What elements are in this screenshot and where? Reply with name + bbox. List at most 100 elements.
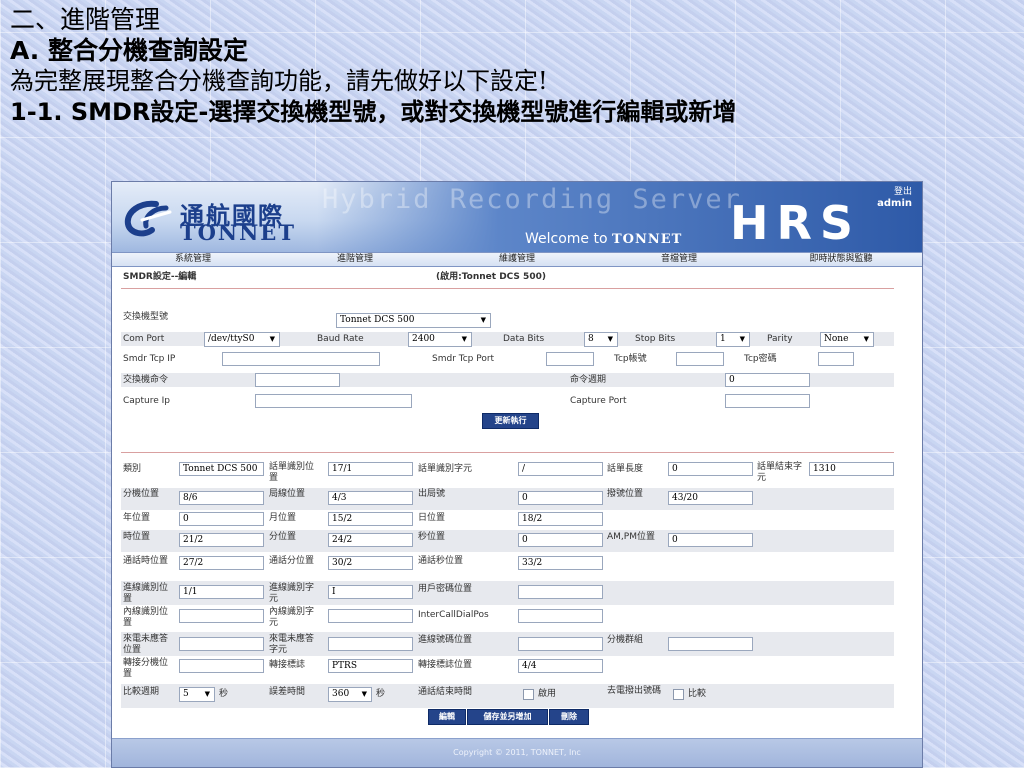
- year-pos-input[interactable]: 0: [179, 512, 264, 526]
- baud-rate-select[interactable]: 2400 ▼: [408, 332, 472, 347]
- app-window: 通航國際 TONNET Hybrid Recording Server Welc…: [111, 181, 923, 768]
- app-footer: Copyright © 2011, TONNET, Inc: [112, 738, 922, 767]
- tcp-account-input[interactable]: [676, 352, 724, 366]
- minute-pos-input[interactable]: 24/2: [328, 533, 413, 547]
- page-title: SMDR設定--編輯 (啟用:Tonnet DCS 500): [123, 269, 546, 282]
- transfer-flag-pos-input[interactable]: 4/4: [518, 659, 603, 673]
- second-pos-label: 秒位置: [418, 532, 446, 542]
- capture-port-input[interactable]: [725, 394, 810, 408]
- hour-pos-input[interactable]: 21/2: [179, 533, 264, 547]
- record-length-input[interactable]: 0: [668, 462, 753, 476]
- in-trunk-id-char-label: 進線識別字元: [269, 583, 315, 604]
- transfer-flag-input[interactable]: PTRS: [328, 659, 413, 673]
- in-trunk-id-char-input[interactable]: I: [328, 585, 413, 599]
- smdr-tcp-ip-input[interactable]: [222, 352, 380, 366]
- unanswered-char-input[interactable]: [328, 637, 413, 651]
- stop-bits-select[interactable]: 1 ▼: [716, 332, 750, 347]
- model-in-use: (啟用:Tonnet DCS 500): [436, 272, 546, 282]
- logout-area: 登出 admin: [877, 187, 912, 209]
- welcome-text: Welcome to TONNET: [525, 231, 683, 247]
- divider: [121, 288, 894, 289]
- data-bits-select[interactable]: 8 ▼: [584, 332, 618, 347]
- slide-step: 1-1. SMDR設定-選擇交換機型號，或對交換機型號進行編輯或新增: [10, 98, 737, 126]
- record-end-char-label: 話單結束字元: [757, 462, 803, 483]
- unanswered-pos-input[interactable]: [179, 637, 264, 651]
- call-sec-pos-input[interactable]: 33/2: [518, 556, 603, 570]
- record-end-char-input[interactable]: 1310: [809, 462, 894, 476]
- logout-link[interactable]: 登出: [877, 187, 912, 198]
- chevron-down-icon: ▼: [739, 335, 745, 343]
- command-period-input[interactable]: 0: [725, 373, 810, 387]
- ext-pos-input[interactable]: 8/6: [179, 491, 264, 505]
- month-pos-label: 月位置: [269, 513, 297, 523]
- slide-description: 為完整展現整合分機查詢功能，請先做好以下設定!: [10, 67, 548, 95]
- smdr-tcp-port-input[interactable]: [546, 352, 594, 366]
- app-header: 通航國際 TONNET Hybrid Recording Server Welc…: [112, 182, 922, 252]
- type-label: 類別: [123, 464, 142, 474]
- internal-id-char-input[interactable]: [328, 609, 413, 623]
- in-number-pos-label: 進線號碼位置: [418, 635, 473, 645]
- out-trunk-input[interactable]: 0: [518, 491, 603, 505]
- baud-rate-label: Baud Rate: [317, 334, 364, 344]
- call-min-pos-input[interactable]: 30/2: [328, 556, 413, 570]
- in-number-pos-input[interactable]: [518, 637, 603, 651]
- out-dial-check-label: 比較: [688, 689, 707, 699]
- chevron-down-icon: ▼: [204, 690, 210, 698]
- call-min-pos-label: 通話分位置: [269, 556, 315, 566]
- delete-button[interactable]: 刪除: [549, 709, 589, 725]
- transfer-ext-pos-label: 轉接分機位置: [123, 658, 169, 679]
- save-and-add-button[interactable]: 儲存並另增加: [467, 709, 548, 725]
- refresh-execute-button[interactable]: 更新執行: [482, 413, 539, 429]
- compare-period-select[interactable]: 5 ▼: [179, 687, 215, 702]
- data-bits-label: Data Bits: [503, 334, 545, 344]
- ampm-pos-input[interactable]: 0: [668, 533, 753, 547]
- intercall-input[interactable]: [518, 609, 603, 623]
- parity-label: Parity: [767, 334, 793, 344]
- transfer-ext-pos-input[interactable]: [179, 659, 264, 673]
- chevron-down-icon: ▼: [269, 335, 275, 343]
- command-period-label: 命令週期: [570, 375, 607, 385]
- pbx-command-input[interactable]: [255, 373, 340, 387]
- ext-pos-label: 分機位置: [123, 489, 160, 499]
- call-hour-pos-input[interactable]: 27/2: [179, 556, 264, 570]
- month-pos-input[interactable]: 15/2: [328, 512, 413, 526]
- dial-pos-input[interactable]: 43/20: [668, 491, 753, 505]
- call-end-time-label: 通話結束時間: [418, 687, 473, 697]
- record-length-label: 話單長度: [607, 464, 644, 474]
- edit-button[interactable]: 編輯: [428, 709, 466, 725]
- record-id-pos-input[interactable]: 17/1: [328, 462, 413, 476]
- record-id-pos-label: 話單識別位置: [269, 462, 315, 483]
- user-pwd-pos-input[interactable]: [518, 585, 603, 599]
- chevron-down-icon: ▼: [461, 335, 467, 343]
- day-pos-input[interactable]: 18/2: [518, 512, 603, 526]
- tcp-password-input[interactable]: [818, 352, 854, 366]
- nav-system[interactable]: 系統管理: [112, 253, 274, 266]
- error-time-select[interactable]: 360 ▼: [328, 687, 372, 702]
- error-time-label: 誤差時間: [269, 687, 306, 697]
- parity-select[interactable]: None ▼: [820, 332, 874, 347]
- trunk-pos-input[interactable]: 4/3: [328, 491, 413, 505]
- nav-audio[interactable]: 音檔管理: [598, 253, 760, 266]
- type-input[interactable]: Tonnet DCS 500: [179, 462, 264, 476]
- capture-ip-input[interactable]: [255, 394, 412, 408]
- nav-advanced[interactable]: 進階管理: [274, 253, 436, 266]
- internal-id-pos-input[interactable]: [179, 609, 264, 623]
- ext-group-input[interactable]: [668, 637, 753, 651]
- nav-live[interactable]: 即時狀態與監聽: [760, 253, 922, 266]
- slide-subheading: A. 整合分機查詢設定: [10, 36, 249, 65]
- pbx-model-select[interactable]: Tonnet DCS 500 ▼: [336, 313, 491, 328]
- out-dial-checkbox[interactable]: [673, 689, 684, 700]
- smdr-tcp-port-label: Smdr Tcp Port: [432, 354, 495, 364]
- second-pos-input[interactable]: 0: [518, 533, 603, 547]
- in-trunk-id-pos-input[interactable]: 1/1: [179, 585, 264, 599]
- intercall-label: InterCallDialPos: [418, 610, 489, 620]
- nav-maintenance[interactable]: 維護管理: [436, 253, 598, 266]
- logo-english: TONNET: [180, 220, 296, 245]
- capture-port-label: Capture Port: [570, 396, 627, 406]
- slide-heading: 二、進階管理: [10, 5, 161, 34]
- record-id-char-input[interactable]: /: [518, 462, 603, 476]
- call-end-time-checkbox[interactable]: [523, 689, 534, 700]
- product-title: Hybrid Recording Server: [322, 184, 742, 215]
- com-port-select[interactable]: /dev/ttyS0 ▼: [204, 332, 280, 347]
- smdr-tcp-ip-label: Smdr Tcp IP: [123, 354, 176, 364]
